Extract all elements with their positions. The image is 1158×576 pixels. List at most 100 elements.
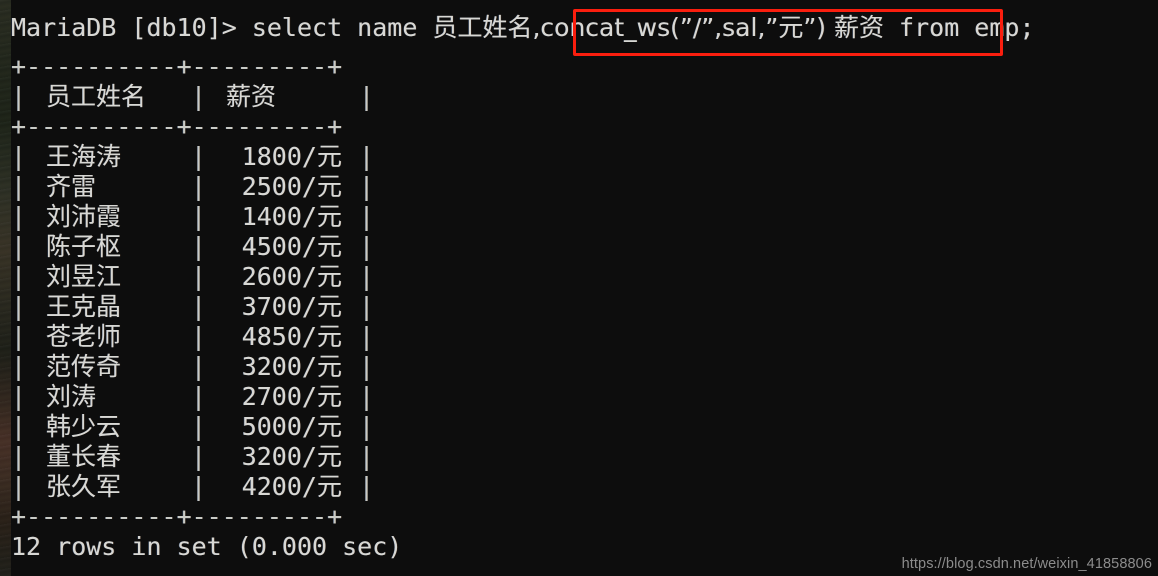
table-border-glyph: | bbox=[11, 82, 27, 111]
cell-salary-amount: 5000 bbox=[241, 412, 302, 441]
column-header-name: 员工姓名 bbox=[46, 82, 147, 111]
cell-salary-separator: / bbox=[301, 352, 317, 381]
table-border-glyph: | bbox=[359, 322, 375, 351]
cell-salary-amount: 1800 bbox=[241, 142, 302, 171]
cell-salary-unit: 元 bbox=[316, 292, 342, 321]
table-border-glyph: | bbox=[359, 172, 375, 201]
csdn-watermark: https://blog.csdn.net/weixin_41858806 bbox=[901, 556, 1152, 572]
table-border-glyph: | bbox=[359, 82, 375, 111]
cell-salary-unit: 元 bbox=[316, 472, 342, 501]
cell-salary-amount: 4200 bbox=[241, 472, 302, 501]
cell-salary-unit: 元 bbox=[316, 142, 342, 171]
terminal-window[interactable]: MariaDB [db10]> select name 员工姓名, concat_… bbox=[11, 0, 1158, 576]
table-border-glyph: | bbox=[191, 262, 207, 291]
cell-salary-amount: 2500 bbox=[241, 172, 302, 201]
cell-salary: 3700/元 bbox=[204, 292, 359, 322]
table-border-glyph: | bbox=[191, 202, 207, 231]
cell-salary-separator: / bbox=[301, 262, 317, 291]
cell-salary-amount: 3200 bbox=[241, 352, 302, 381]
table-row: | 刘沛霞 | 1400/元 | bbox=[11, 202, 374, 232]
cell-employee-name: 陈子枢 bbox=[46, 232, 122, 261]
cell-salary: 5000/元 bbox=[204, 412, 359, 442]
table-border-glyph: | bbox=[11, 232, 27, 261]
cell-employee-name: 董长春 bbox=[46, 442, 122, 471]
cell-employee-name: 苍老师 bbox=[46, 322, 122, 351]
table-row: | 董长春 | 3200/元 | bbox=[11, 442, 375, 472]
command-select-clause: select name bbox=[251, 13, 433, 42]
table-header-border: +----------+---------+ bbox=[11, 112, 343, 141]
cell-salary-unit: 元 bbox=[316, 262, 342, 291]
table-row: | 苍老师 | 4850/元 | bbox=[11, 322, 375, 352]
cell-salary-separator: / bbox=[301, 202, 317, 231]
cell-employee-name: 王海涛 bbox=[46, 142, 122, 171]
cell-salary: 4500/元 bbox=[204, 232, 359, 262]
cell-salary-separator: / bbox=[301, 232, 317, 261]
table-border-glyph: | bbox=[11, 412, 27, 441]
cell-salary: 3200/元 bbox=[204, 352, 359, 382]
cell-salary-unit: 元 bbox=[316, 322, 342, 351]
cell-salary: 3200/元 bbox=[204, 442, 359, 472]
table-body: | 王海涛 | 1800/元 | | 齐雷 | 2500/元 | | 刘沛霞 | 1400/元 | | 陈子枢 |… bbox=[11, 142, 375, 502]
table-border-glyph: | bbox=[11, 382, 27, 411]
table-border-glyph: | bbox=[191, 82, 207, 111]
table-border-glyph: | bbox=[11, 442, 27, 471]
cell-salary-unit: 元 bbox=[316, 232, 342, 261]
table-row: | 王海涛 | 1800/元 | bbox=[11, 142, 374, 172]
table-border-glyph: | bbox=[191, 352, 207, 381]
cell-salary: 1800/元 bbox=[204, 142, 359, 172]
command-from-clause: from emp; bbox=[884, 13, 1035, 42]
command-alias-name: 员工姓名, bbox=[432, 13, 541, 42]
table-row: | 范传奇 | 3200/元 | bbox=[11, 352, 375, 382]
table-border-glyph: | bbox=[359, 292, 375, 321]
cell-salary-separator: / bbox=[301, 412, 317, 441]
cell-salary-amount: 1400 bbox=[241, 202, 302, 231]
cell-salary-unit: 元 bbox=[316, 202, 342, 231]
cell-salary: 2500/元 bbox=[204, 172, 359, 202]
cell-salary-unit: 元 bbox=[316, 412, 342, 441]
table-border-glyph: | bbox=[191, 322, 207, 351]
cell-employee-name: 刘涛 bbox=[46, 382, 97, 411]
table-border-glyph: | bbox=[191, 442, 207, 471]
cell-salary-amount: 2700 bbox=[241, 382, 302, 411]
cell-salary-unit: 元 bbox=[316, 442, 342, 471]
table-border-glyph: | bbox=[11, 172, 27, 201]
table-border-glyph: | bbox=[11, 322, 27, 351]
cell-employee-name: 张久军 bbox=[46, 472, 122, 501]
cell-salary-separator: / bbox=[301, 382, 317, 411]
table-row: | 刘昱江 | 2600/元 | bbox=[11, 262, 374, 292]
table-border-glyph: | bbox=[359, 412, 375, 441]
cell-salary-separator: / bbox=[301, 292, 317, 321]
table-row: | 刘涛 | 2700/元 | bbox=[11, 382, 375, 412]
table-row: | 张久军 | 4200/元 | bbox=[11, 472, 375, 502]
cell-salary-unit: 元 bbox=[316, 352, 342, 381]
table-border-glyph: | bbox=[11, 262, 27, 291]
table-border-glyph: | bbox=[359, 382, 375, 411]
cell-salary: 4850/元 bbox=[204, 322, 359, 352]
cell-salary-amount: 3700 bbox=[241, 292, 302, 321]
cell-salary-amount: 3200 bbox=[241, 442, 302, 471]
cell-salary: 2600/元 bbox=[204, 262, 359, 292]
cell-employee-name: 韩少云 bbox=[46, 412, 122, 441]
table-border-glyph: | bbox=[359, 232, 375, 261]
table-border-glyph: | bbox=[191, 472, 207, 501]
cell-salary-separator: / bbox=[301, 442, 317, 471]
cell-salary-amount: 2600 bbox=[241, 262, 302, 291]
table-bottom-border: +----------+---------+ bbox=[11, 502, 343, 531]
command-line[interactable]: MariaDB [db10]> select name 员工姓名, concat_… bbox=[11, 13, 1035, 43]
table-border-glyph: | bbox=[359, 472, 375, 501]
table-header-row: | 员工姓名 | 薪资 | bbox=[11, 82, 375, 112]
table-border-glyph: | bbox=[359, 442, 375, 471]
table-border-glyph: | bbox=[11, 292, 27, 321]
table-row: | 韩少云 | 5000/元 | bbox=[11, 412, 375, 442]
cell-salary: 1400/元 bbox=[204, 202, 359, 232]
table-border-glyph: | bbox=[191, 292, 207, 321]
result-table: +----------+---------+ | 员工姓名 | 薪资 | +--… bbox=[11, 52, 375, 532]
column-header-salary: 薪资 bbox=[226, 82, 277, 111]
cell-salary-amount: 4500 bbox=[241, 232, 302, 261]
table-row: | 齐雷 | 2500/元 | bbox=[11, 172, 375, 202]
cell-salary-separator: / bbox=[301, 322, 317, 351]
table-border-glyph: | bbox=[359, 352, 375, 381]
cell-salary-separator: / bbox=[301, 472, 317, 501]
table-border-glyph: | bbox=[11, 472, 27, 501]
table-border-glyph: | bbox=[191, 172, 207, 201]
